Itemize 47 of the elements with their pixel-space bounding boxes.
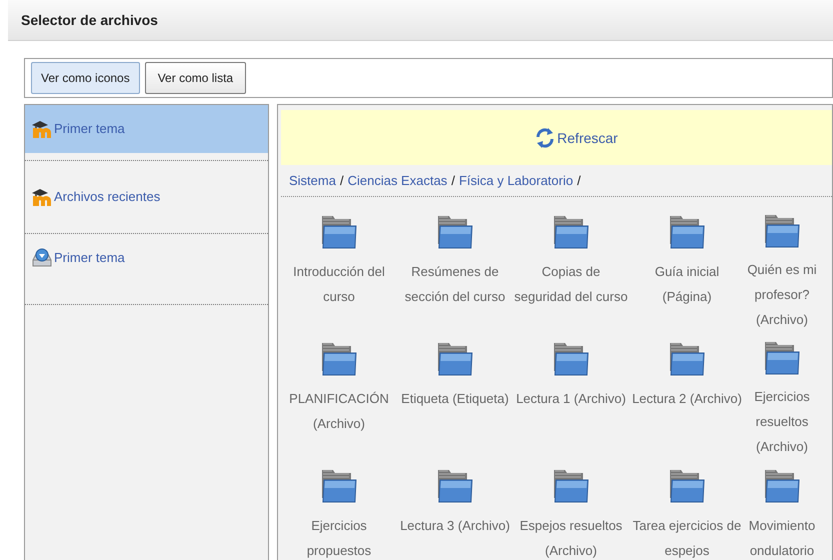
file-label[interactable]: Introducción del curso	[281, 259, 397, 309]
view-button[interactable]: Ver como lista	[144, 62, 246, 94]
folder-icon[interactable]	[437, 341, 473, 377]
folder-icon[interactable]	[437, 214, 473, 250]
file-label[interactable]: Quién es mi profesor? (Archivo)	[745, 257, 819, 332]
file-label[interactable]: Etiqueta (Etiqueta)	[401, 386, 509, 411]
window-title: Selector de archivos	[21, 10, 158, 30]
file-label[interactable]: Ejercicios propuestos	[281, 513, 397, 560]
folder-icon[interactable]	[321, 341, 357, 377]
download-tray-icon	[31, 248, 53, 268]
breadcrumb-separator: /	[340, 172, 344, 190]
folder-icon[interactable]	[553, 214, 589, 250]
file-label[interactable]: Tarea ejercicios de espejos	[629, 513, 745, 560]
folder-icon[interactable]	[321, 468, 357, 504]
folder-icon[interactable]	[321, 214, 357, 250]
refresh-icon	[535, 126, 556, 148]
breadcrumb-separator: /	[577, 172, 581, 190]
file-label[interactable]: Copias de seguridad del curso	[513, 259, 629, 309]
graduation-cap-m-icon	[31, 188, 53, 206]
folder-icon[interactable]	[553, 468, 589, 504]
graduation-cap-m-icon	[31, 120, 53, 138]
file-label[interactable]: Movimiento ondulatorio	[745, 513, 819, 560]
folder-icon[interactable]	[669, 341, 705, 377]
folder-icon[interactable]	[764, 340, 800, 376]
folder-icon[interactable]	[764, 213, 800, 249]
sidebar-item[interactable]: Archivos recientes	[25, 173, 268, 221]
file-label[interactable]: Espejos resueltos (Archivo)	[513, 513, 629, 560]
sidebar-item[interactable]: Primer tema	[25, 234, 268, 282]
folder-icon[interactable]	[669, 468, 705, 504]
file-label[interactable]: Lectura 3 (Archivo)	[400, 513, 510, 538]
file-label[interactable]: Ejercicios resueltos (Archivo)	[745, 384, 819, 459]
folder-icon[interactable]	[764, 468, 800, 504]
file-label[interactable]: Guía inicial (Página)	[629, 259, 745, 309]
folder-icon[interactable]	[553, 341, 589, 377]
file-label[interactable]: PLANIFICACIÓN (Archivo)	[281, 386, 397, 436]
folder-icon[interactable]	[669, 214, 705, 250]
breadcrumb-link[interactable]: Física y Laboratorio	[458, 170, 574, 190]
refresh-button[interactable]: Refrescar	[495, 126, 618, 148]
sidebar-item[interactable]: Primer tema	[25, 105, 268, 153]
view-button[interactable]: Ver como iconos	[31, 62, 140, 94]
file-label[interactable]: Lectura 1 (Archivo)	[516, 386, 626, 411]
breadcrumb-link[interactable]: Ciencias Exactas	[348, 170, 448, 190]
breadcrumb-link[interactable]: Sistema	[289, 170, 336, 190]
file-label[interactable]: Lectura 2 (Archivo)	[632, 386, 742, 411]
breadcrumb-separator: /	[451, 172, 455, 190]
file-label[interactable]: Resúmenes de sección del curso	[397, 259, 513, 309]
folder-icon[interactable]	[437, 468, 473, 504]
